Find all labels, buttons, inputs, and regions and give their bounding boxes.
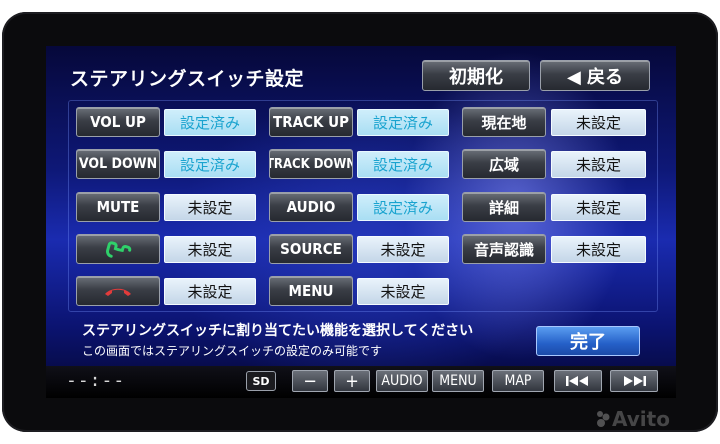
phone-answer-button[interactable] — [76, 234, 160, 264]
current-location-button[interactable]: 現在地 — [462, 107, 546, 137]
bottom-toolbar: --:-- SD − + AUDIO MENU MAP — [46, 366, 676, 398]
track-up-status: 設定済み — [357, 109, 449, 136]
wide-area-status: 未設定 — [551, 151, 646, 178]
source-button[interactable]: SOURCE — [269, 234, 353, 264]
watermark-text: Avito — [612, 407, 670, 431]
menu-button[interactable]: MENU — [269, 276, 353, 306]
reset-button[interactable]: 初期化 — [422, 60, 530, 91]
avito-logo-icon — [597, 411, 610, 427]
skip-back-icon — [566, 376, 588, 386]
volume-down-button[interactable]: − — [292, 370, 328, 392]
phone-answer-icon — [106, 241, 132, 258]
phone-hangup-icon — [105, 288, 131, 296]
done-button[interactable]: 完了 — [536, 326, 640, 356]
map-shortcut-button[interactable]: MAP — [492, 370, 544, 392]
vol-down-button[interactable]: VOL DOWN — [76, 149, 160, 179]
audio-shortcut-button[interactable]: AUDIO — [376, 370, 428, 392]
phone-answer-status: 未設定 — [164, 236, 256, 263]
instruction-text: ステアリングスイッチに割り当てたい機能を選択してください — [82, 323, 474, 339]
mute-button[interactable]: MUTE — [76, 192, 160, 222]
navi-screen: ステアリングスイッチ設定 初期化 ◀ 戻る VOL UP 設定済み TRACK … — [46, 46, 676, 398]
note-text: この画面ではステアリングスイッチの設定のみ可能です — [82, 344, 383, 358]
menu-shortcut-button[interactable]: MENU — [432, 370, 484, 392]
phone-hangup-status: 未設定 — [164, 278, 256, 305]
details-status: 未設定 — [551, 194, 646, 221]
voice-recognition-status: 未設定 — [551, 236, 646, 263]
audio-status: 設定済み — [357, 194, 449, 221]
page-title: ステアリングスイッチ設定 — [70, 68, 305, 90]
voice-recognition-button[interactable]: 音声認識 — [462, 234, 546, 264]
track-down-button[interactable]: TRACK DOWN — [269, 149, 353, 179]
wide-area-button[interactable]: 広域 — [462, 149, 546, 179]
track-prev-button[interactable] — [554, 370, 602, 392]
clock-display: --:-- — [66, 370, 126, 391]
track-down-status: 設定済み — [357, 151, 449, 178]
details-button[interactable]: 詳細 — [462, 192, 546, 222]
phone-hangup-button[interactable] — [76, 276, 160, 306]
menu-status: 未設定 — [357, 278, 449, 305]
vol-up-button[interactable]: VOL UP — [76, 107, 160, 137]
current-location-status: 未設定 — [551, 109, 646, 136]
source-status: 未設定 — [357, 236, 449, 263]
vol-down-status: 設定済み — [164, 151, 256, 178]
sd-card-button[interactable]: SD — [246, 371, 276, 391]
track-next-button[interactable] — [610, 370, 658, 392]
volume-up-button[interactable]: + — [334, 370, 370, 392]
vol-up-status: 設定済み — [164, 109, 256, 136]
back-button[interactable]: ◀ 戻る — [540, 60, 650, 91]
mute-status: 未設定 — [164, 194, 256, 221]
track-up-button[interactable]: TRACK UP — [269, 107, 353, 137]
skip-forward-icon — [624, 376, 646, 386]
audio-button[interactable]: AUDIO — [269, 192, 353, 222]
